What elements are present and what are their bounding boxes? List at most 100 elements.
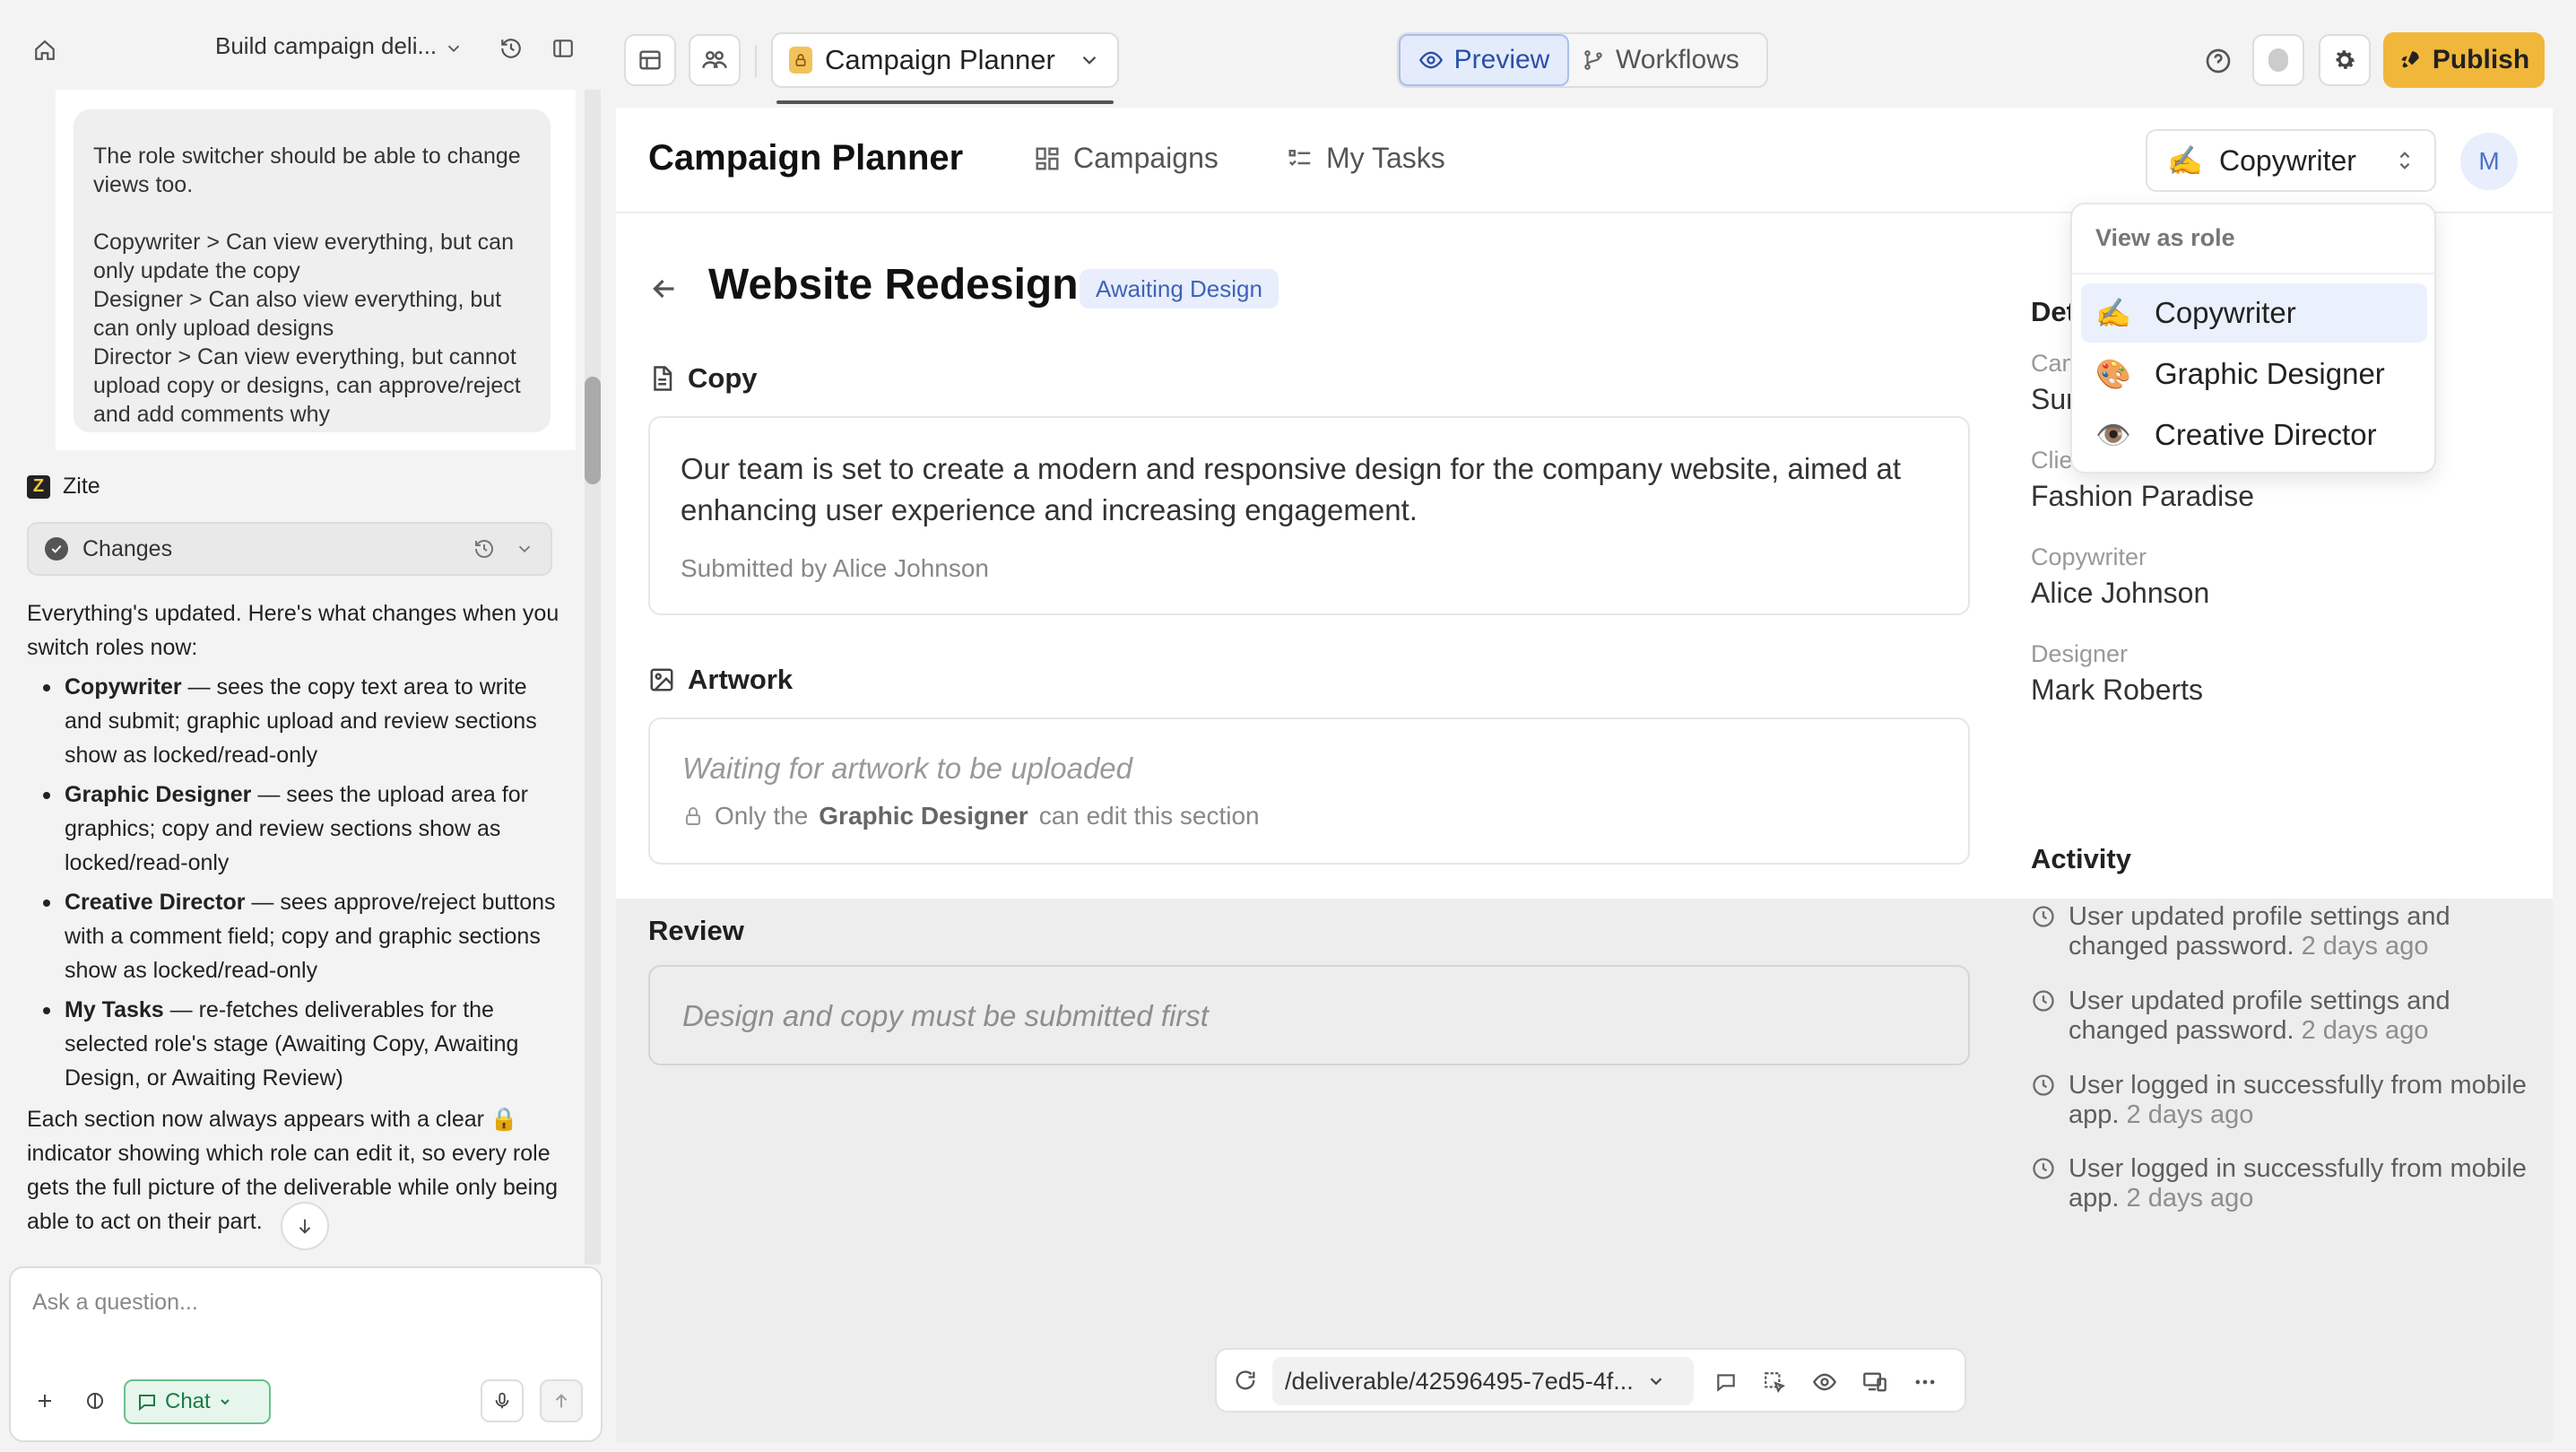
url-selector[interactable]: /deliverable/42596495-7ed5-4f... [1272, 1357, 1694, 1405]
app-header: Campaign Planner Campaigns My Tasks ✍️ C… [616, 108, 2553, 213]
list-item: Creative Director — sees approve/reject … [27, 885, 565, 987]
app-title: Campaign Planner [648, 138, 964, 178]
chat-scrollbar-track[interactable] [585, 90, 601, 1265]
lock-role: Graphic Designer [819, 802, 1028, 830]
chat-mode-label: Chat [165, 1389, 211, 1413]
rocket-icon [2401, 51, 2419, 68]
chevron-down-icon[interactable] [515, 539, 534, 559]
changes-accordion[interactable]: Changes [27, 522, 552, 576]
detail-value: Mark Roberts [2031, 674, 2204, 706]
nav-campaigns-label: Campaigns [1073, 142, 1219, 174]
url-path: /deliverable/42596495-7ed5-4f... [1285, 1367, 1634, 1395]
users-icon[interactable] [689, 34, 741, 86]
history-icon[interactable] [473, 538, 495, 560]
lock-icon [686, 807, 700, 825]
preview-tab[interactable]: Preview [1399, 34, 1569, 86]
scroll-down-button[interactable] [281, 1202, 329, 1250]
status-badge: Awaiting Design [1080, 269, 1279, 309]
nav-my-tasks[interactable]: My Tasks [1287, 142, 1445, 175]
artwork-heading: Artwork [688, 664, 794, 695]
chevron-down-icon[interactable] [438, 32, 470, 65]
review-heading: Review [648, 915, 744, 946]
gear-icon[interactable] [2319, 34, 2371, 86]
list-item: Graphic Designer — sees the upload area … [27, 778, 565, 880]
document-icon [654, 366, 672, 391]
detail-label: Designer [2031, 640, 2129, 667]
review-waiting-text: Design and copy must be submitted first [682, 999, 1209, 1032]
chat-bubble-icon [139, 1395, 155, 1412]
list-item-bold: Creative Director [65, 890, 246, 915]
image-icon [650, 668, 673, 691]
lock-icon [789, 47, 812, 74]
copy-heading: Copy [688, 362, 758, 394]
microphone-icon[interactable] [481, 1379, 524, 1422]
eye-icon[interactable] [1808, 1366, 1841, 1398]
review-card: Design and copy must be submitted first [648, 965, 1970, 1065]
activity-time: 2 days ago [2126, 1100, 2254, 1129]
select-element-icon[interactable] [1758, 1366, 1791, 1398]
activity-time: 2 days ago [2301, 1016, 2429, 1045]
activity-time: 2 days ago [2301, 932, 2429, 961]
nav-my-tasks-label: My Tasks [1326, 142, 1445, 174]
sidebar-toggle-icon[interactable] [547, 32, 579, 65]
nav-campaigns[interactable]: Campaigns [1034, 142, 1219, 175]
user-message-container: The role switcher should be able to chan… [56, 90, 576, 450]
role-changes-list: Copywriter — sees the copy text area to … [27, 670, 565, 1095]
comment-icon[interactable] [1710, 1366, 1742, 1398]
bug-icon[interactable] [2252, 34, 2304, 86]
table-icon[interactable] [624, 34, 676, 86]
writing-hand-icon: ✍️ [2167, 144, 2203, 177]
publish-button[interactable]: Publish [2383, 32, 2545, 88]
role-option-label: Graphic Designer [2155, 357, 2385, 390]
copy-card: Our team is set to create a modern and r… [648, 416, 1970, 615]
divider [755, 45, 757, 77]
writing-hand-icon: ✍️ [2095, 297, 2131, 329]
activity-time: 2 days ago [2126, 1184, 2254, 1213]
copy-text: Our team is set to create a modern and r… [681, 452, 1902, 526]
brush-icon[interactable] [74, 1379, 117, 1422]
list-item: Copywriter — sees the copy text area to … [27, 670, 565, 772]
home-icon[interactable] [27, 32, 63, 68]
send-button[interactable] [540, 1379, 583, 1422]
chat-input-box[interactable]: Ask a question... Chat [9, 1266, 603, 1442]
back-arrow-icon[interactable] [648, 273, 681, 305]
preview-label: Preview [1453, 45, 1550, 74]
review-section-header: Review [648, 915, 744, 947]
chat-mode-select[interactable]: Chat [124, 1379, 271, 1424]
workflows-tab[interactable]: Workflows [1582, 34, 1739, 86]
role-option-copywriter[interactable]: ✍️ Copywriter [2081, 283, 2427, 343]
clock-icon [2033, 990, 2054, 1012]
role-dropdown-header: View as role [2095, 224, 2235, 251]
preview-toolbar: /deliverable/42596495-7ed5-4f... [1215, 1348, 1966, 1413]
chat-input[interactable]: Ask a question... [32, 1290, 198, 1316]
role-option-graphic-designer[interactable]: 🎨 Graphic Designer [2081, 344, 2427, 404]
refresh-icon[interactable] [1229, 1364, 1262, 1396]
avatar[interactable]: M [2460, 133, 2518, 190]
list-item: My Tasks — re-fetches deliverables for t… [27, 993, 565, 1095]
list-item-bold: Copywriter [65, 674, 182, 700]
history-icon[interactable] [495, 32, 527, 65]
role-switcher[interactable]: ✍️ Copywriter [2146, 129, 2436, 192]
eye-icon: 👁️ [2095, 419, 2131, 451]
more-options-icon[interactable] [1909, 1366, 1941, 1398]
copy-section-header: Copy [648, 362, 758, 395]
help-icon[interactable] [2200, 43, 2236, 79]
project-title[interactable]: Build campaign deli... [215, 32, 437, 60]
assistant-intro: Everything's updated. Here's what change… [27, 601, 559, 660]
chat-scrollbar-thumb[interactable] [585, 377, 601, 484]
grid-icon [1036, 147, 1059, 170]
app-preview: Campaign Planner Campaigns My Tasks ✍️ C… [616, 108, 2553, 1442]
role-option-creative-director[interactable]: 👁️ Creative Director [2081, 405, 2427, 465]
role-switcher-label: Copywriter [2219, 143, 2356, 177]
responsive-devices-icon[interactable] [1859, 1366, 1891, 1398]
chat-panel: Build campaign deli... The role switcher… [0, 0, 611, 1452]
role-option-label: Creative Director [2155, 418, 2377, 451]
chevron-up-down-icon [2399, 152, 2410, 170]
page-title: Website Redesign [708, 261, 1079, 309]
add-icon[interactable] [23, 1379, 66, 1422]
clock-icon [2033, 1158, 2054, 1179]
detail-label: Copywriter [2031, 543, 2147, 570]
app-selector[interactable]: Campaign Planner [771, 32, 1119, 88]
chevron-down-icon [1082, 56, 1097, 65]
assistant-message: Everything's updated. Here's what change… [27, 596, 565, 1239]
